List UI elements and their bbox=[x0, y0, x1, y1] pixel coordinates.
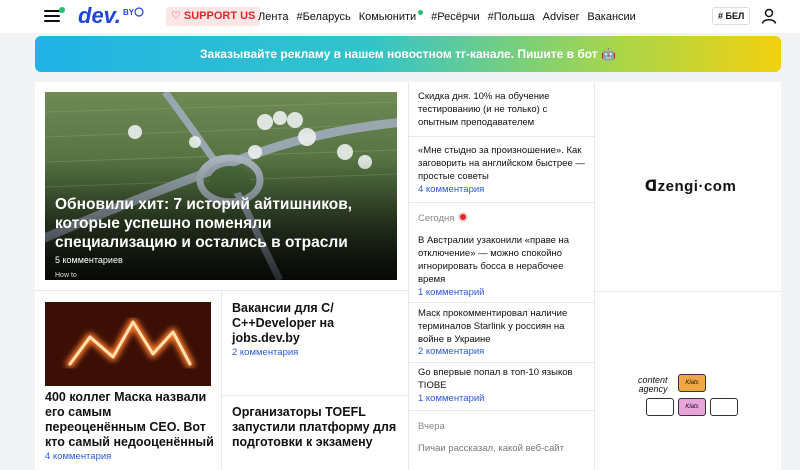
keyboard-key-icon bbox=[646, 398, 674, 416]
nav-item-research[interactable]: #Ресёрчи bbox=[431, 11, 479, 23]
support-us-button[interactable]: ♡ SUPPORT US bbox=[166, 7, 261, 26]
news-item[interactable]: В Австралии узаконили «праве на отключен… bbox=[418, 234, 588, 286]
divider bbox=[408, 202, 594, 203]
dzengi-logo-text: ᗡzengi·com bbox=[644, 178, 737, 195]
content-agency-logo-text: content agency bbox=[638, 376, 668, 394]
card-comments-count[interactable]: 4 комментария bbox=[45, 451, 111, 462]
hash-icon: # bbox=[718, 11, 724, 21]
language-switcher[interactable]: # БЕЛ bbox=[712, 7, 751, 25]
news-comments-count[interactable]: 2 комментария bbox=[418, 346, 484, 357]
key-label: Klats bbox=[685, 380, 699, 386]
user-icon[interactable] bbox=[761, 8, 777, 24]
card-image[interactable] bbox=[45, 302, 211, 386]
devby-logo[interactable]: dev. BY bbox=[78, 3, 148, 29]
news-comments-count[interactable]: 1 комментарий bbox=[418, 393, 485, 404]
card-comments-count[interactable]: 2 комментария bbox=[232, 347, 298, 358]
key-label: Klats bbox=[685, 404, 699, 410]
site-header: dev. BY ♡ SUPPORT US Лента #Беларусь Ком… bbox=[0, 0, 800, 33]
svg-text:BY: BY bbox=[123, 8, 135, 17]
nav-item-community[interactable]: Комьюнити bbox=[358, 10, 424, 23]
ad-banner-text: Заказывайте рекламу в нашем новостном тг… bbox=[200, 47, 616, 61]
divider bbox=[221, 290, 222, 470]
keyboard-key-icon: Klats bbox=[678, 374, 706, 392]
section-today: Сегодня bbox=[418, 213, 467, 224]
divider bbox=[221, 395, 408, 396]
card-title[interactable]: 400 коллег Маска назвали его самым перео… bbox=[45, 390, 215, 450]
news-item[interactable]: Скидка дня. 10% на обучение тестированию… bbox=[418, 90, 588, 129]
news-comments-count[interactable]: 1 комментарий bbox=[418, 287, 485, 298]
news-item[interactable]: Go впервые попал в топ-10 языков TIOBE bbox=[418, 366, 588, 392]
divider bbox=[408, 136, 594, 137]
keyboard-key-icon bbox=[710, 398, 738, 416]
language-label: БЕЛ bbox=[725, 11, 745, 21]
nav-item-poland[interactable]: #Польша bbox=[488, 11, 535, 23]
divider bbox=[594, 82, 595, 470]
ad-content-agency[interactable]: content agency Klats Klats bbox=[600, 292, 781, 470]
hero-tag: How to bbox=[55, 272, 77, 279]
section-today-label: Сегодня bbox=[418, 213, 455, 224]
hero-title: Обновили хит: 7 историй айтишников, кото… bbox=[55, 196, 353, 251]
card-title[interactable]: Организаторы TOEFL запустили платформу д… bbox=[232, 405, 397, 450]
live-indicator bbox=[460, 214, 467, 220]
menu-icon[interactable] bbox=[44, 7, 65, 23]
notification-dot bbox=[59, 7, 65, 13]
card-title[interactable]: Вакансии для C/ C++Developer на jobs.dev… bbox=[232, 301, 392, 346]
content-agency-line2: agency bbox=[638, 384, 668, 394]
divider bbox=[408, 362, 594, 363]
news-item[interactable]: «Мне стыдно за произношение». Как загово… bbox=[418, 144, 588, 183]
ad-dzengi[interactable]: ᗡzengi·com bbox=[600, 82, 781, 290]
svg-text:dev.: dev. bbox=[78, 3, 121, 28]
main-content: Обновили хит: 7 историй айтишников, кото… bbox=[35, 82, 781, 470]
main-nav: Лента #Беларусь Комьюнити #Ресёрчи #Поль… bbox=[258, 0, 644, 33]
news-item[interactable]: Маск прокомментировал наличие терминалов… bbox=[418, 307, 588, 346]
divider bbox=[408, 410, 594, 411]
nav-item-feed[interactable]: Лента bbox=[258, 11, 288, 23]
support-us-label: SUPPORT US bbox=[183, 10, 256, 22]
ad-banner[interactable]: Заказывайте рекламу в нашем новостном тг… bbox=[35, 36, 781, 72]
news-comments-count[interactable]: 4 комментария bbox=[418, 184, 484, 195]
online-dot bbox=[418, 10, 424, 15]
hero-comments-count: 5 комментариев bbox=[55, 255, 123, 265]
nav-item-adviser[interactable]: Adviser bbox=[543, 11, 580, 23]
divider bbox=[408, 82, 409, 470]
news-item[interactable]: Пичаи рассказал, какой веб-сайт bbox=[418, 442, 588, 455]
nav-item-community-label: Комьюнити bbox=[358, 11, 417, 23]
keyboard-key-icon: Klats bbox=[678, 398, 706, 416]
nav-item-jobs[interactable]: Вакансии bbox=[587, 11, 636, 23]
hero-article[interactable]: Обновили хит: 7 историй айтишников, кото… bbox=[45, 92, 397, 280]
section-yesterday: Вчера bbox=[418, 421, 445, 432]
nav-item-belarus[interactable]: #Беларусь bbox=[296, 11, 350, 23]
divider bbox=[408, 302, 594, 303]
heart-icon: ♡ bbox=[171, 10, 181, 22]
